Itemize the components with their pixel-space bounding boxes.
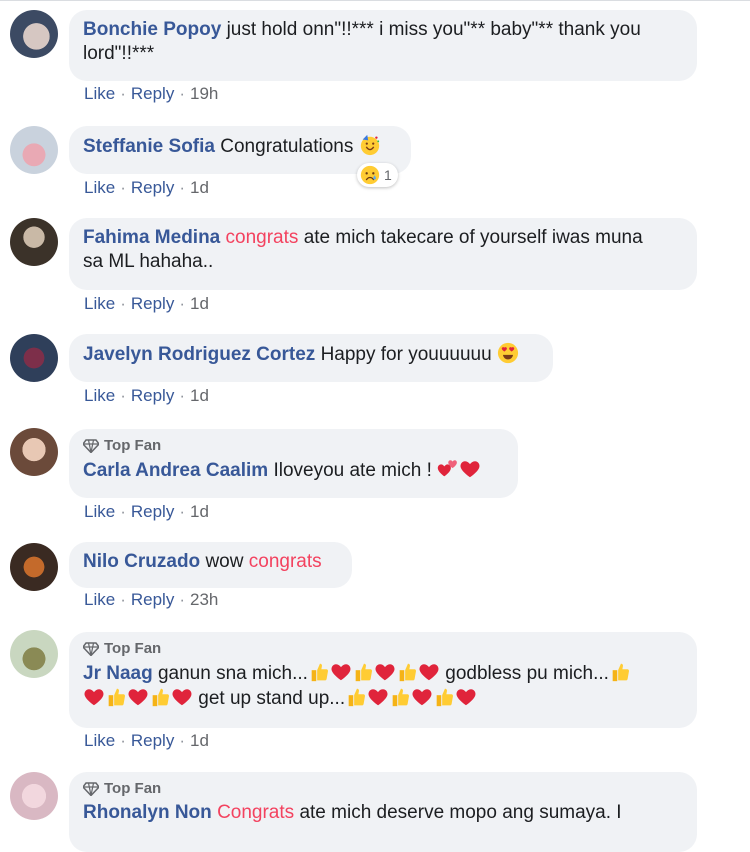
- thumbs-up-icon: [352, 661, 374, 683]
- thumbs-up-icon: [308, 661, 330, 683]
- reply-link[interactable]: Reply: [131, 502, 174, 521]
- reply-link[interactable]: Reply: [131, 731, 174, 750]
- comment-bubble: Nilo Cruzado wow congrats: [69, 542, 352, 588]
- thumbs-up-icon: [149, 686, 171, 708]
- comment-actions: Like · Reply · 1d: [84, 178, 209, 197]
- like-link[interactable]: Like: [84, 294, 115, 313]
- like-link[interactable]: Like: [84, 502, 115, 521]
- timestamp[interactable]: 1d: [190, 386, 209, 405]
- commenter-name[interactable]: Javelyn Rodriguez Cortez: [83, 344, 315, 365]
- party-face-icon: [359, 134, 381, 156]
- diamond-icon: [83, 642, 99, 656]
- reply-link[interactable]: Reply: [131, 386, 174, 405]
- commenter-name[interactable]: Rhonalyn Non: [83, 802, 212, 823]
- comment-text: Congratulations: [220, 136, 354, 157]
- reply-link[interactable]: Reply: [131, 84, 174, 103]
- comment-text: Iloveyou ate mich !: [273, 460, 432, 481]
- hashtag-link[interactable]: congrats: [249, 551, 322, 572]
- comment-actions: Like · Reply · 1d: [84, 731, 209, 750]
- comment-actions: Like · Reply · 1d: [84, 386, 209, 405]
- commenter-name[interactable]: Nilo Cruzado: [83, 551, 200, 572]
- timestamp[interactable]: 1d: [190, 178, 209, 197]
- diamond-icon: [83, 782, 99, 796]
- comment-text: just hold onn"!!*** i miss you"** baby"*…: [226, 19, 641, 40]
- heart-icon: [418, 661, 440, 683]
- hashtag-link[interactable]: congrats: [226, 227, 299, 248]
- comment-actions: Like · Reply · 19h: [84, 84, 219, 103]
- like-link[interactable]: Like: [84, 731, 115, 750]
- commenter-name[interactable]: Carla Andrea Caalim: [83, 460, 268, 481]
- reply-link[interactable]: Reply: [131, 590, 174, 609]
- thumbs-up-icon: [396, 661, 418, 683]
- thumbs-up-icon: [345, 686, 367, 708]
- comment-text: ganun sna mich...: [157, 663, 308, 684]
- thumbs-up-icon: [389, 686, 411, 708]
- avatar[interactable]: [10, 630, 58, 678]
- thumbs-up-icon: [433, 686, 455, 708]
- reply-link[interactable]: Reply: [131, 178, 174, 197]
- timestamp[interactable]: 23h: [190, 590, 218, 609]
- avatar[interactable]: [10, 772, 58, 820]
- sad-reaction-icon: [360, 165, 380, 185]
- like-link[interactable]: Like: [84, 590, 115, 609]
- comment-text: Happy for youuuuuu: [320, 344, 492, 365]
- avatar[interactable]: [10, 126, 58, 174]
- commenter-name[interactable]: Fahima Medina: [83, 227, 220, 248]
- top-fan-badge: Top Fan: [83, 780, 683, 798]
- comment-actions: Like · Reply · 23h: [84, 590, 219, 609]
- comment-text: sa ML hahaha..: [83, 251, 214, 272]
- comment-text: get up stand up...: [198, 688, 346, 709]
- comment-text: ate mich takecare of yourself iwas muna: [303, 227, 643, 248]
- heart-icon: [127, 686, 149, 708]
- timestamp[interactable]: 1d: [190, 294, 209, 313]
- comment-bubble: Fahima Medina congrats ate mich takecare…: [69, 218, 697, 290]
- comment-bubble: Top Fan Carla Andrea Caalim Iloveyou ate…: [69, 429, 518, 498]
- timestamp[interactable]: 1d: [190, 502, 209, 521]
- heart-icon: [171, 686, 193, 708]
- like-link[interactable]: Like: [84, 178, 115, 197]
- comment-text: wow: [205, 551, 244, 572]
- comment-actions: Like · Reply · 1d: [84, 502, 209, 521]
- comment-text: lord"!!***: [83, 43, 155, 64]
- comment-bubble: Bonchie Popoy just hold onn"!!*** i miss…: [69, 10, 697, 81]
- comment-text: godbless pu mich...: [445, 663, 609, 684]
- hashtag-link[interactable]: Congrats: [217, 802, 294, 823]
- comment-bubble: Javelyn Rodriguez Cortez Happy for youuu…: [69, 334, 553, 382]
- like-link[interactable]: Like: [84, 84, 115, 103]
- timestamp[interactable]: 19h: [190, 84, 218, 103]
- reaction-count-badge[interactable]: 1: [357, 163, 398, 187]
- divider: [0, 0, 750, 1]
- avatar[interactable]: [10, 218, 58, 266]
- heart-icon: [374, 661, 396, 683]
- thumbs-up-icon: [609, 661, 631, 683]
- heart-eyes-face-icon: [497, 342, 519, 364]
- diamond-icon: [83, 439, 99, 453]
- heart-icon: [459, 458, 481, 480]
- comment-actions: Like · Reply · 1d: [84, 294, 209, 313]
- heart-icon: [367, 686, 389, 708]
- avatar[interactable]: [10, 10, 58, 58]
- avatar[interactable]: [10, 543, 58, 591]
- top-fan-badge: Top Fan: [83, 437, 504, 455]
- heart-icon: [455, 686, 477, 708]
- reply-link[interactable]: Reply: [131, 294, 174, 313]
- thumbs-up-icon: [105, 686, 127, 708]
- comment-bubble: Top Fan Jr Naag ganun sna mich... godble…: [69, 632, 697, 728]
- commenter-name[interactable]: Jr Naag: [83, 663, 153, 684]
- commenter-name[interactable]: Bonchie Popoy: [83, 19, 221, 40]
- avatar[interactable]: [10, 428, 58, 476]
- top-fan-badge: Top Fan: [83, 640, 683, 658]
- heart-icon: [411, 686, 433, 708]
- avatar[interactable]: [10, 334, 58, 382]
- comment-bubble: Top Fan Rhonalyn Non Congrats ate mich d…: [69, 772, 697, 852]
- two-hearts-icon: [437, 458, 459, 480]
- commenter-name[interactable]: Steffanie Sofia: [83, 136, 215, 157]
- timestamp[interactable]: 1d: [190, 731, 209, 750]
- heart-icon: [83, 686, 105, 708]
- like-link[interactable]: Like: [84, 386, 115, 405]
- comment-text: ate mich deserve mopo ang sumaya. I: [299, 802, 622, 823]
- heart-icon: [330, 661, 352, 683]
